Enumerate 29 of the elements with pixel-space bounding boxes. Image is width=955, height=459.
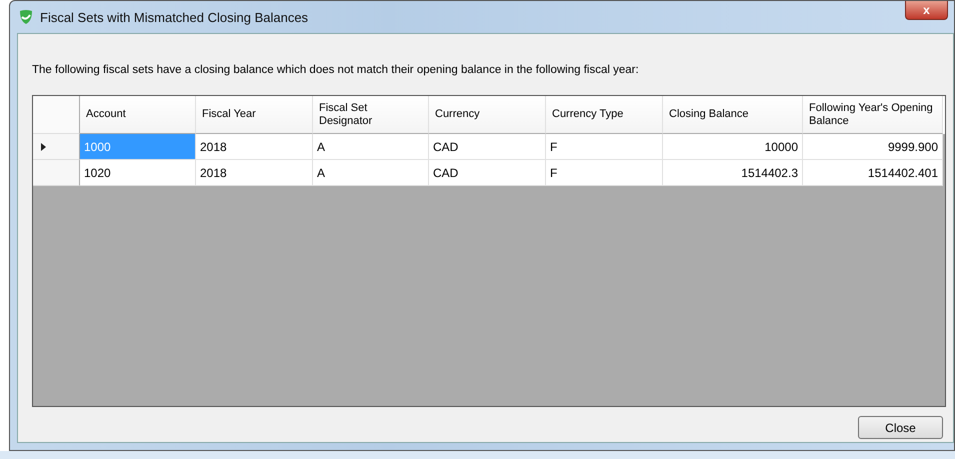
column-header[interactable]: Currency — [429, 96, 546, 134]
table-cell: 1514402.3 — [663, 160, 803, 186]
table-cell: CAD — [429, 160, 546, 186]
table-cell: A — [313, 134, 429, 160]
table-cell: 2018 — [196, 134, 313, 160]
table-cell: A — [313, 160, 429, 186]
table-cell: 1020 — [80, 160, 196, 186]
column-header[interactable]: Fiscal Year — [196, 96, 313, 134]
column-header[interactable]: Following Year's Opening Balance — [803, 96, 943, 134]
table-cell: F — [546, 134, 663, 160]
row-header[interactable] — [33, 160, 80, 186]
table-cell: F — [546, 160, 663, 186]
table-cell: 10000 — [663, 134, 803, 160]
row-header[interactable] — [33, 134, 80, 160]
table-cell: 1000 — [80, 134, 196, 160]
message-text: The following fiscal sets have a closing balance which does not match their opening balance in the following fiscal year: — [32, 64, 640, 78]
table-cell: 1514402.401 — [803, 160, 943, 186]
table-cell: 9999.900 — [803, 134, 943, 160]
column-header[interactable]: Closing Balance — [663, 96, 803, 134]
column-header[interactable]: Fiscal Set Designator — [313, 96, 429, 134]
column-header[interactable]: Account — [80, 96, 196, 134]
window-close-button[interactable]: x — [905, 1, 948, 20]
close-dialog-button[interactable]: Close — [858, 416, 943, 439]
row-pointer-icon — [41, 142, 46, 150]
table-cell: CAD — [429, 134, 546, 160]
window-title: Fiscal Sets with Mismatched Closing Balances — [40, 10, 308, 24]
shield-icon — [18, 9, 34, 25]
column-header[interactable]: Currency Type — [546, 96, 663, 134]
table-cell: 2018 — [196, 160, 313, 186]
